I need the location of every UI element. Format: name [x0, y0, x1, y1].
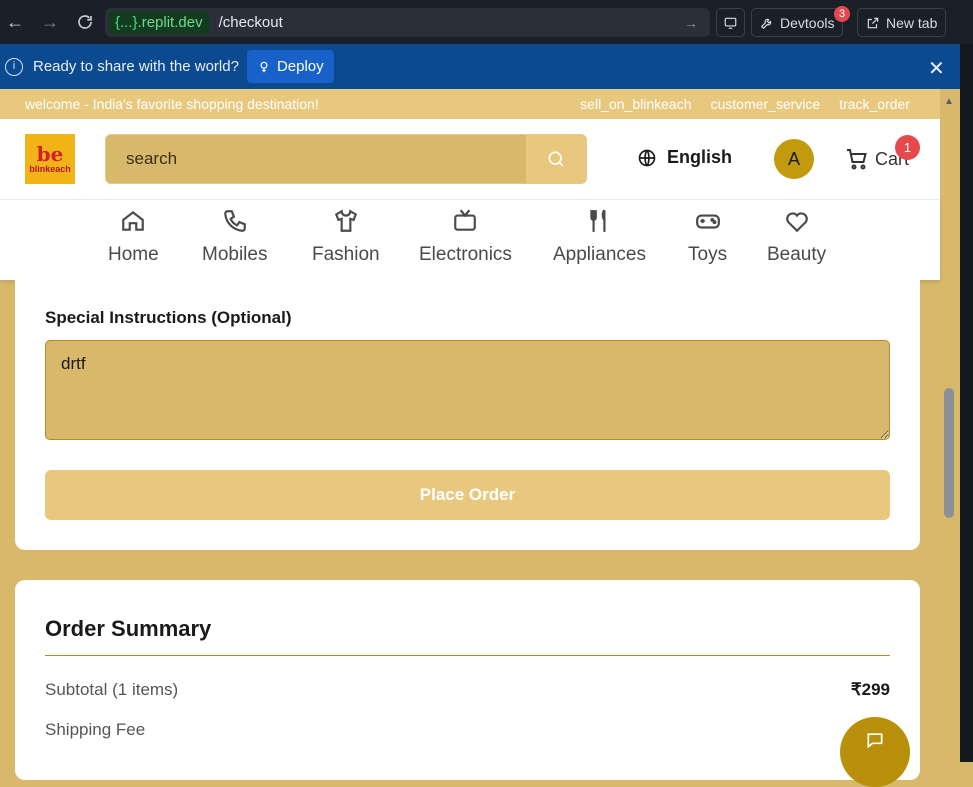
wrench-icon: [760, 18, 772, 29]
link-customer-service[interactable]: customer_service: [710, 96, 820, 112]
category-label: Home: [108, 244, 159, 265]
category-electronics[interactable]: Electronics: [419, 208, 512, 266]
devtools-button[interactable]: Devtools: [751, 8, 844, 37]
category-label: Mobiles: [202, 244, 268, 265]
deploy-icon: [260, 61, 268, 72]
close-icon[interactable]: ✕: [928, 56, 945, 81]
category-label: Appliances: [553, 244, 646, 265]
order-summary-title: Order Summary: [45, 616, 212, 641]
category-home[interactable]: Home: [108, 208, 159, 266]
order-summary-card: Order Summary Subtotal (1 items) ₹299 Sh…: [15, 580, 920, 780]
heart-icon: [785, 212, 808, 233]
url-bar[interactable]: {...}.replit.dev /checkout →: [105, 8, 710, 37]
category-label: Fashion: [312, 244, 380, 265]
chat-button[interactable]: [840, 717, 910, 787]
category-beauty[interactable]: Beauty: [767, 208, 826, 266]
shipping-label: Shipping Fee: [45, 720, 146, 739]
checkout-form-card: Special Instructions (Optional) Place Or…: [15, 280, 920, 550]
avatar[interactable]: A: [774, 139, 814, 179]
info-icon: i: [5, 57, 23, 76]
url-path: /checkout: [218, 14, 283, 31]
cart-icon: [847, 149, 867, 170]
phone-icon: [223, 210, 246, 232]
home-icon: [122, 210, 145, 231]
instructions-label: Special Instructions (Optional): [45, 308, 292, 327]
logo-text: blinkeach: [29, 164, 71, 174]
link-track-order[interactable]: track_order: [839, 96, 910, 112]
top-strip: welcome - India's favorite shopping dest…: [0, 89, 940, 119]
subtotal-row: Subtotal (1 items) ₹299: [45, 680, 890, 700]
category-appliances[interactable]: Appliances: [553, 208, 646, 266]
devtools-badge: 3: [834, 6, 850, 22]
instructions-textarea[interactable]: [45, 340, 890, 440]
deploy-button[interactable]: Deploy: [246, 50, 334, 83]
shipping-row: Shipping Fee: [45, 720, 890, 740]
subtotal-value: ₹299: [850, 680, 890, 699]
search-button[interactable]: [526, 135, 586, 183]
browser-toolbar: ← → {...}.replit.dev /checkout → Devtool…: [0, 0, 973, 44]
logo[interactable]: be blinkeach: [25, 134, 75, 184]
category-label: Toys: [688, 244, 728, 265]
subtotal-label: Subtotal (1 items): [45, 680, 179, 699]
category-mobiles[interactable]: Mobiles: [202, 208, 267, 266]
chat-icon: [867, 733, 883, 749]
url-host-text: .replit.dev: [137, 14, 203, 31]
divider: [45, 655, 890, 656]
place-order-button[interactable]: Place Order: [45, 470, 890, 520]
utensils-icon: [590, 209, 606, 232]
scrollbar-track[interactable]: [960, 44, 973, 762]
category-nav: Home Mobiles Fashion Electronics Applian…: [0, 199, 940, 280]
language-label: English: [667, 147, 733, 167]
deploy-banner: i Ready to share with the world? Deploy …: [0, 44, 960, 89]
back-icon[interactable]: ←: [4, 11, 26, 33]
link-sell[interactable]: sell_on_blinkeach: [580, 96, 691, 112]
category-label: Electronics: [419, 244, 512, 265]
scroll-up-icon[interactable]: ▲: [944, 96, 954, 107]
cart-count-badge: 1: [895, 135, 920, 160]
new-tab-label: New tab: [886, 14, 938, 31]
devtools-label: Devtools: [780, 14, 835, 31]
globe-icon: [638, 149, 656, 166]
url-host-brace: {...}: [115, 14, 138, 31]
deploy-label: Deploy: [276, 58, 324, 75]
url-host: {...}.replit.dev: [109, 11, 209, 34]
search-icon: [548, 151, 564, 167]
reload-icon[interactable]: [74, 11, 96, 33]
banner-message: Ready to share with the world?: [33, 58, 239, 75]
search-box: [105, 134, 587, 184]
logo-mark: be: [36, 142, 64, 166]
category-label: Beauty: [767, 244, 827, 265]
new-tab-button[interactable]: New tab: [857, 8, 947, 37]
category-toys[interactable]: Toys: [688, 208, 727, 266]
language-selector[interactable]: English: [637, 147, 732, 168]
forward-icon[interactable]: →: [39, 11, 61, 33]
go-arrow-icon[interactable]: →: [684, 15, 710, 31]
welcome-text: welcome - India's favorite shopping dest…: [25, 96, 319, 112]
external-link-icon: [867, 17, 879, 28]
scrollbar-thumb[interactable]: [944, 388, 954, 518]
site-header: be blinkeach English A Cart: [0, 119, 940, 199]
screen-icon[interactable]: [716, 8, 745, 37]
search-input[interactable]: [106, 135, 528, 183]
shirt-icon: [334, 209, 357, 232]
tv-icon: [454, 209, 477, 231]
category-fashion[interactable]: Fashion: [312, 208, 380, 266]
gamepad-icon: [695, 214, 720, 229]
